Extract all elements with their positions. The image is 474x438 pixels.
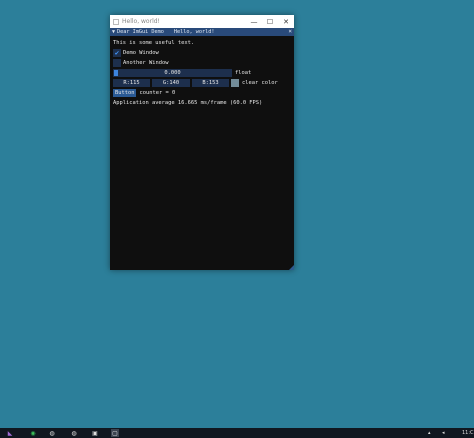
imgui-title-bar[interactable]: ▼ Dear ImGui Demo Hello, world! ×	[110, 28, 294, 36]
slider-value: 0.000	[164, 70, 181, 76]
speaker-icon[interactable]: ◂	[442, 428, 445, 438]
tab-dear-imgui-demo[interactable]: Dear ImGui Demo	[117, 29, 164, 35]
color-g-field[interactable]: G:140	[152, 79, 190, 87]
collapse-arrow-icon[interactable]: ▼	[112, 29, 115, 35]
window-title: Hello, world!	[122, 18, 160, 25]
float-slider[interactable]: 0.000	[113, 69, 232, 77]
imgui-close-icon[interactable]: ×	[288, 28, 292, 36]
imgui-button[interactable]: Button	[113, 89, 137, 97]
imgui-content: This is some useful text. ✔ Demo Window …	[110, 36, 294, 110]
window-active-icon[interactable]: ▢	[111, 429, 119, 437]
app-green-icon[interactable]: ◉	[29, 429, 37, 437]
counter-text: counter = 0	[139, 90, 176, 96]
unreal-icon[interactable]: ◍	[48, 429, 56, 437]
check-icon: ✔	[114, 49, 120, 57]
color-b-field[interactable]: B:153	[192, 79, 229, 87]
slider-label: float	[235, 70, 252, 76]
color-r-field[interactable]: R:115	[113, 79, 150, 87]
tab-hello-world[interactable]: Hello, world!	[174, 29, 215, 35]
clear-color-label: clear color	[242, 80, 278, 86]
color-swatch[interactable]	[231, 79, 239, 87]
useful-text: This is some useful text.	[113, 40, 195, 46]
visual-studio-icon[interactable]: ◣	[6, 429, 14, 437]
taskbar: ◣ ◉ ◍ ◍ ▣ ▢ ▴ ◂ 11:C	[0, 428, 474, 438]
demo-window-label: Demo Window	[123, 50, 159, 56]
window-icon[interactable]: ▣	[91, 429, 99, 437]
another-window-label: Another Window	[123, 60, 169, 66]
close-button[interactable]: ✕	[278, 15, 294, 28]
demo-window-checkbox-row[interactable]: ✔ Demo Window	[113, 48, 291, 58]
fps-text: Application average 16.665 ms/frame (60.…	[113, 100, 263, 106]
window-titlebar[interactable]: Hello, world! — ☐ ✕	[110, 15, 294, 28]
demo-window-checkbox[interactable]: ✔	[113, 49, 121, 57]
unreal-icon-2[interactable]: ◍	[70, 429, 78, 437]
another-window-checkbox-row[interactable]: Another Window	[113, 58, 291, 68]
app-icon	[113, 18, 119, 25]
network-icon[interactable]: ▴	[428, 428, 431, 438]
resize-grip[interactable]	[289, 265, 294, 270]
another-window-checkbox[interactable]	[113, 59, 121, 67]
minimize-button[interactable]: —	[246, 15, 262, 28]
app-window: Hello, world! — ☐ ✕ ▼ Dear ImGui Demo He…	[110, 15, 294, 270]
maximize-button[interactable]: ☐	[262, 15, 278, 28]
clock[interactable]: 11:C	[462, 428, 474, 438]
